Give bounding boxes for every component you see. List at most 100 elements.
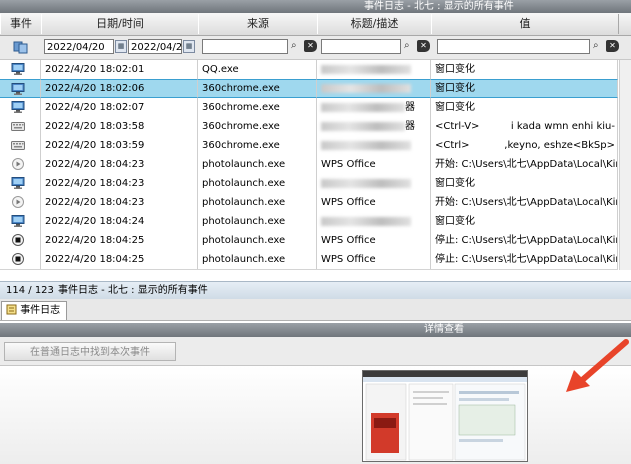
detail-toolbar: 在普通日志中找到本次事件	[0, 337, 631, 366]
event-type-cell	[0, 117, 41, 136]
redacted-text	[321, 102, 405, 112]
source-cell: QQ.exe	[198, 60, 317, 79]
table-row[interactable]: 2022/4/20 18:02:06 360chrome.exe 窗口变化	[0, 79, 618, 99]
title-cell: WPS Office	[317, 250, 431, 269]
value-cell: 开始: C:\Users\北七\AppData\Local\Kingso	[431, 193, 618, 212]
status-bar: 114 / 123 事件日志 - 北七 : 显示的所有事件	[0, 281, 631, 300]
monitor-icon	[11, 215, 25, 227]
value-cell: <Ctrl> ,keyno, eshze<BkSp>	[431, 136, 618, 155]
value-text: <Ctrl-V>	[435, 121, 480, 132]
event-type-cell	[0, 98, 41, 117]
value-clear-icon[interactable]: ✕	[606, 40, 619, 52]
table-row[interactable]: 2022/4/20 18:04:24 photolaunch.exe 窗口变化	[0, 212, 618, 232]
calendar-from-icon[interactable]: ▦	[115, 40, 127, 53]
event-count: 114 / 123	[6, 285, 54, 296]
column-header-title[interactable]: 标题/描述	[317, 14, 432, 34]
source-search-icon[interactable]: ⌕	[291, 41, 301, 51]
column-header: 事件 日期/时间 来源 标题/描述 值	[0, 13, 631, 36]
table-row[interactable]: 2022/4/20 18:04:25 photolaunch.exe WPS Off…	[0, 250, 618, 270]
redacted-text	[321, 121, 405, 131]
value-cell: 窗口变化	[431, 79, 618, 98]
source-cell: 360chrome.exe	[198, 136, 317, 155]
table-row[interactable]: 2022/4/20 18:02:01 QQ.exe 窗口变化	[0, 60, 618, 80]
title-cell: WPS Office	[317, 155, 431, 174]
column-header-source[interactable]: 来源	[198, 14, 318, 34]
window-title-bar: 事件日志 - 北七 : 显示的所有事件	[0, 0, 631, 13]
screenshot-thumbnail[interactable]	[362, 370, 528, 462]
value-cell: 窗口变化	[431, 212, 618, 231]
source-cell: photolaunch.exe	[198, 174, 317, 193]
title-text: 器	[405, 102, 415, 113]
filter-row: 2022/04/20 ▦ 2022/04/20 ▦ ⌕ ✕ ⌕ ✕ ⌕ ✕	[0, 36, 631, 60]
tab-event-log[interactable]: 事件日志	[1, 301, 68, 320]
datetime-cell: 2022/4/20 18:04:24	[41, 212, 198, 231]
datetime-cell: 2022/4/20 18:04:23	[41, 174, 198, 193]
datetime-cell: 2022/4/20 18:02:06	[41, 79, 198, 98]
table-row[interactable]: 2022/4/20 18:03:59 360chrome.exe <Ctrl> ,ke…	[0, 136, 618, 156]
title-cell: 器	[317, 98, 431, 117]
title-cell	[317, 79, 431, 98]
date-to-input[interactable]: 2022/04/20	[128, 39, 189, 54]
title-text: 器	[405, 121, 415, 132]
tab-strip: 事件日志	[0, 299, 631, 321]
table-row[interactable]: 2022/4/20 18:04:23 photolaunch.exe WPS Off…	[0, 193, 618, 213]
status-text: 事件日志 - 北七 : 显示的所有事件	[58, 285, 208, 296]
datetime-cell: 2022/4/20 18:04:25	[41, 250, 198, 269]
redacted-text	[321, 216, 411, 226]
keyboard-icon	[11, 141, 25, 150]
redacted-text	[321, 140, 411, 150]
title-cell	[317, 136, 431, 155]
column-header-event[interactable]: 事件	[0, 14, 42, 34]
source-cell: photolaunch.exe	[198, 231, 317, 250]
value-extra-text: i kada wmn enhi kiu-	[510, 121, 615, 132]
table-row[interactable]: 2022/4/20 18:03:58 360chrome.exe 器 <Ctrl-V>…	[0, 117, 618, 137]
source-cell: photolaunch.exe	[198, 250, 317, 269]
value-search-icon[interactable]: ⌕	[593, 41, 603, 51]
play-icon	[12, 196, 24, 208]
datetime-cell: 2022/4/20 18:02:07	[41, 98, 198, 117]
table-row[interactable]: 2022/4/20 18:02:07 360chrome.exe 器 窗口变化	[0, 98, 618, 118]
value-filter-input[interactable]	[437, 39, 590, 54]
keyboard-icon	[11, 122, 25, 131]
event-type-cell	[0, 193, 41, 212]
monitor-icon	[11, 83, 25, 95]
value-extra-text: ,keyno, eshze<BkSp>	[504, 140, 615, 151]
monitor-icon	[11, 177, 25, 189]
value-text: <Ctrl>	[435, 140, 470, 151]
title-clear-icon[interactable]: ✕	[417, 40, 430, 52]
datetime-cell: 2022/4/20 18:04:23	[41, 155, 198, 174]
screenshot-preview-image	[363, 371, 527, 461]
stop-icon	[12, 253, 24, 265]
source-filter-input[interactable]	[202, 39, 288, 54]
table-row[interactable]: 2022/4/20 18:04:23 photolaunch.exe 窗口变化	[0, 174, 618, 194]
datetime-cell: 2022/4/20 18:02:01	[41, 60, 198, 79]
table-row[interactable]: 2022/4/20 18:04:25 photolaunch.exe WPS Off…	[0, 231, 618, 251]
source-clear-icon[interactable]: ✕	[304, 40, 317, 52]
title-filter-input[interactable]	[321, 39, 401, 54]
table-row[interactable]: 2022/4/20 18:04:23 photolaunch.exe WPS Off…	[0, 155, 618, 175]
column-header-value[interactable]: 值	[431, 14, 619, 34]
datetime-cell: 2022/4/20 18:03:58	[41, 117, 198, 136]
vertical-scrollbar[interactable]	[619, 60, 631, 270]
event-type-cell	[0, 212, 41, 231]
filter-icon[interactable]	[13, 40, 29, 54]
date-from-input[interactable]: 2022/04/20	[44, 39, 114, 54]
monitor-icon	[11, 63, 25, 75]
source-cell: photolaunch.exe	[198, 212, 317, 231]
event-type-cell	[0, 174, 41, 193]
title-search-icon[interactable]: ⌕	[404, 41, 414, 51]
annotation-arrow-icon	[566, 339, 629, 392]
log-icon	[6, 304, 17, 315]
detail-body	[0, 366, 631, 464]
column-header-datetime[interactable]: 日期/时间	[41, 14, 199, 34]
calendar-to-icon[interactable]: ▦	[183, 40, 195, 53]
redacted-text	[321, 178, 411, 188]
window-title: 事件日志 - 北七 : 显示的所有事件	[364, 1, 514, 12]
title-cell: 器	[317, 117, 431, 136]
value-cell: 窗口变化	[431, 98, 618, 117]
value-cell: 停止: C:\Users\北七\AppData\Local\Kingso	[431, 250, 618, 269]
find-in-log-button[interactable]: 在普通日志中找到本次事件	[4, 342, 176, 361]
title-cell: WPS Office	[317, 231, 431, 250]
source-cell: photolaunch.exe	[198, 193, 317, 212]
tab-event-log-label: 事件日志	[20, 305, 61, 316]
